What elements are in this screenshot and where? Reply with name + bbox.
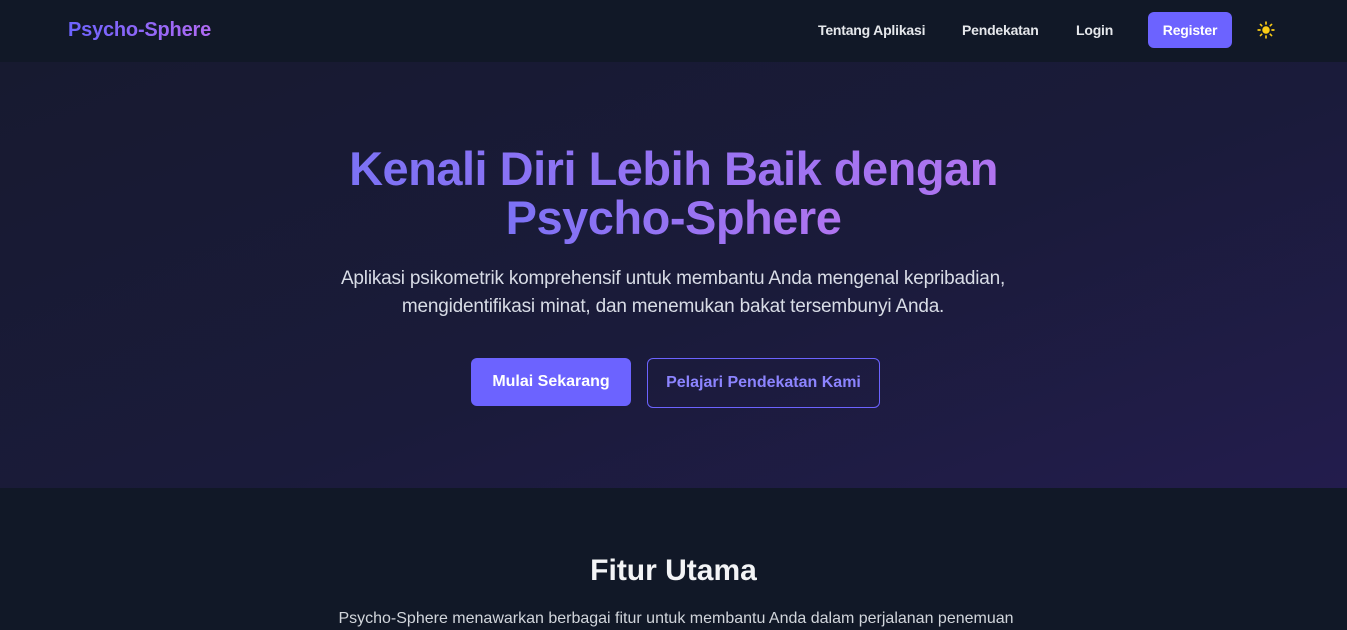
nav-link-tentang-aplikasi[interactable]: Tentang Aplikasi <box>818 22 925 38</box>
nav-link-login[interactable]: Login <box>1076 22 1113 38</box>
start-now-button[interactable]: Mulai Sekarang <box>471 358 631 406</box>
theme-toggle-button[interactable] <box>1256 20 1276 40</box>
hero-title-line-2: Psycho-Sphere <box>505 191 842 244</box>
hero-title-line-1: Kenali Diri Lebih Baik dengan <box>349 142 998 195</box>
features-description: Psycho-Sphere menawarkan berbagai fitur … <box>338 610 1014 627</box>
features-section: Fitur Utama Psycho-Sphere menawarkan ber… <box>0 488 1347 627</box>
features-title: Fitur Utama <box>590 554 757 587</box>
hero-title: Kenali Diri Lebih Baik dengan Psycho-Sph… <box>0 144 1347 242</box>
brand-logo[interactable]: Psycho-Sphere <box>68 19 211 42</box>
learn-approach-button[interactable]: Pelajari Pendekatan Kami <box>647 358 880 408</box>
navbar: Psycho-Sphere Tentang Aplikasi Pendekata… <box>0 0 1347 62</box>
nav-link-pendekatan[interactable]: Pendekatan <box>962 22 1039 38</box>
hero-section: Kenali Diri Lebih Baik dengan Psycho-Sph… <box>0 62 1347 488</box>
register-button[interactable]: Register <box>1148 12 1232 48</box>
hero-description: Aplikasi psikometrik komprehensif untuk … <box>340 268 1006 317</box>
sun-icon <box>1257 21 1275 39</box>
